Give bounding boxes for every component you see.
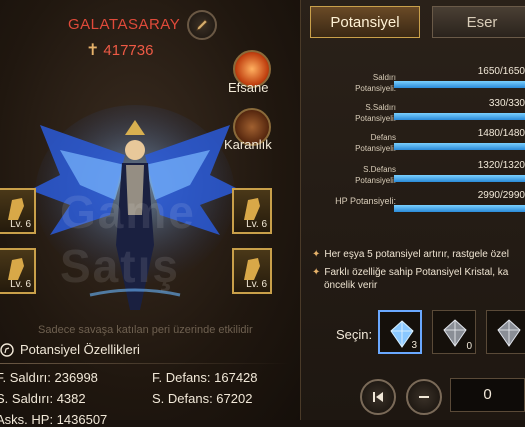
silver-crystal-icon <box>443 319 467 347</box>
info-text-1: Her eşya 5 potansiyel artırır, rastgele … <box>324 249 509 260</box>
crystal-slot-silver[interactable]: 0 <box>432 310 476 354</box>
player-name: GALATASARAY <box>68 16 181 33</box>
effect-note: Sadece savaşa katılan peri üzerinde etki… <box>38 324 253 336</box>
stat-attack: F. Saldırı: 236998 <box>0 370 98 385</box>
crystal-slot-blue[interactable]: 3 <box>378 310 422 354</box>
quantity-input[interactable]: 0 <box>450 378 525 412</box>
skip-back-icon <box>373 392 383 402</box>
silver-crystal-icon <box>497 319 521 347</box>
tab-eser[interactable]: Eser <box>432 6 525 38</box>
info-line-3: öncelik verir <box>324 280 378 291</box>
bar-label: S.Saldırı Potansiyeli: <box>355 103 396 123</box>
minus-icon <box>419 396 429 398</box>
info-line-1: ✦ Her eşya 5 potansiyel artırır, rastgele… <box>312 248 509 261</box>
equipment-slot-2[interactable]: Lv. 6 <box>0 248 36 294</box>
info-circle-icon <box>0 342 14 357</box>
bar-track <box>394 143 525 150</box>
bar-value: 1320/1320 <box>477 160 525 171</box>
stat-s-attack: S. Saldırı: 4382 <box>0 391 86 406</box>
equipment-slot-1[interactable]: Lv. 6 <box>0 188 36 234</box>
star-icon: ✦ <box>312 267 321 278</box>
bar-fill <box>394 113 525 120</box>
slot-level: Lv. 6 <box>10 279 31 290</box>
stat-defense: F. Defans: 167428 <box>152 370 258 385</box>
info-text-2: Farklı özelliğe sahip Potansiyel Kristal… <box>324 267 509 278</box>
efsane-label: Efsane <box>228 80 269 95</box>
select-label: Seçin: <box>336 327 373 342</box>
bar-value: 330/330 <box>488 98 525 109</box>
bar-label: Saldırı Potansiyeli: <box>355 73 396 93</box>
slot-level: Lv. 6 <box>10 219 31 230</box>
bar-fill <box>394 143 525 150</box>
pencil-icon <box>196 19 208 31</box>
bar-fill <box>394 81 525 88</box>
min-quantity-button[interactable] <box>360 379 396 415</box>
crystal-slot-silver-2[interactable] <box>486 310 525 354</box>
potential-bar-hp: HP Potansiyeli: 2990/2990 <box>300 188 525 232</box>
divider <box>0 363 290 364</box>
bar-label: HP Potansiyeli: <box>335 196 396 206</box>
tab-potansiyel[interactable]: Potansiyel <box>310 6 420 38</box>
bar-value: 1480/1480 <box>477 128 525 139</box>
power-row: ✝ 417736 <box>86 40 153 60</box>
bar-track <box>394 205 525 212</box>
fairy-panel: GALATASARAY ✝ 417736 Efsane Karanlık Lv. <box>0 0 300 427</box>
decrease-button[interactable] <box>406 379 442 415</box>
edit-name-button[interactable] <box>187 10 217 40</box>
bar-fill <box>394 175 525 182</box>
section-title: Potansiyel Özellikleri <box>20 342 140 357</box>
bar-label: S.Defans Potansiyeli: <box>355 165 396 185</box>
info-line-2: ✦ Farklı özelliğe sahip Potansiyel Krista… <box>312 266 508 279</box>
crystal-count: 3 <box>411 340 417 351</box>
bar-label: Defans Potansiyeli: <box>355 133 396 153</box>
power-value: 417736 <box>103 41 154 59</box>
crystal-count: 0 <box>466 341 472 352</box>
bar-track <box>394 113 525 120</box>
bar-track <box>394 175 525 182</box>
section-header: Potansiyel Özellikleri <box>0 342 140 357</box>
star-icon: ✦ <box>312 249 321 260</box>
bar-value: 2990/2990 <box>477 190 525 201</box>
watermark: Game Satış <box>60 186 196 292</box>
bar-track <box>394 81 525 88</box>
stat-s-defense: S. Defans: 67202 <box>152 391 253 406</box>
bar-fill <box>394 205 525 212</box>
power-icon: ✝ <box>86 42 100 59</box>
bar-value: 1650/1650 <box>477 66 525 77</box>
